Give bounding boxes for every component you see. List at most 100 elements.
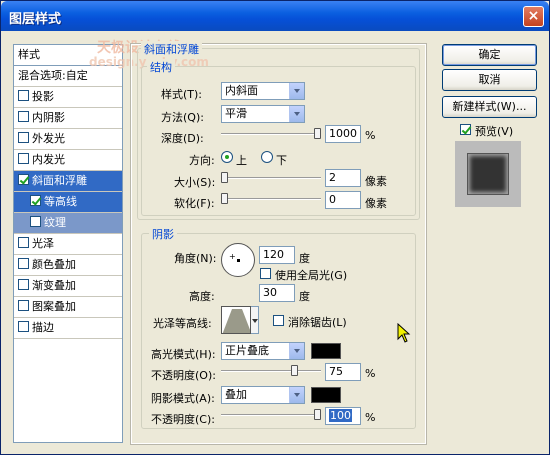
cancel-button[interactable]: 取消 — [442, 69, 537, 91]
shadow-opacity-input[interactable]: 100 — [325, 407, 361, 425]
altitude-unit: 度 — [299, 290, 310, 303]
styles-list: 样式 混合选项:自定 投影 内阴影 外发光 内发光 斜面和浮雕 等高线 纹理 光… — [13, 44, 123, 443]
technique-select-value: 平滑 — [225, 107, 247, 120]
satin-checkbox[interactable] — [18, 237, 29, 248]
close-button[interactable]: × — [523, 6, 544, 27]
style-item-stroke[interactable]: 描边 — [14, 318, 122, 339]
style-item-contour[interactable]: 等高线 — [14, 192, 122, 213]
style-item-texture[interactable]: 纹理 — [14, 213, 122, 234]
preview-checkbox[interactable] — [460, 124, 471, 135]
style-item-inner-glow[interactable]: 内发光 — [14, 150, 122, 171]
depth-slider[interactable] — [221, 127, 321, 141]
slider-thumb[interactable] — [314, 409, 321, 420]
slider-thumb[interactable] — [221, 193, 228, 204]
shadow-mode-value: 叠加 — [225, 388, 247, 401]
outer-glow-checkbox[interactable] — [18, 132, 29, 143]
style-item-label: 渐变叠加 — [32, 279, 76, 292]
style-item-pattern-overlay[interactable]: 图案叠加 — [14, 297, 122, 318]
style-select[interactable]: 内斜面 — [221, 82, 305, 100]
style-item-drop-shadow[interactable]: 投影 — [14, 87, 122, 108]
title-bar: 图层样式 × — [1, 1, 549, 31]
style-item-gradient-overlay[interactable]: 渐变叠加 — [14, 276, 122, 297]
soften-unit: 像素 — [365, 197, 387, 210]
technique-select[interactable]: 平滑 — [221, 105, 305, 123]
crosshair-icon: + — [229, 252, 236, 261]
inner-glow-checkbox[interactable] — [18, 153, 29, 164]
style-item-label: 投影 — [32, 90, 54, 103]
shading-title: 阴影 — [149, 226, 177, 242]
color-overlay-checkbox[interactable] — [18, 258, 29, 269]
slider-thumb[interactable] — [291, 365, 298, 376]
shadow-opacity-unit: % — [365, 411, 376, 424]
angle-label: 角度(N): — [174, 252, 217, 265]
highlight-color-swatch[interactable] — [311, 343, 341, 359]
style-item-satin[interactable]: 光泽 — [14, 234, 122, 255]
styles-header[interactable]: 样式 — [14, 45, 122, 66]
preview-square — [468, 154, 508, 194]
style-item-label: 内阴影 — [32, 111, 65, 124]
style-preview-thumbnail — [455, 141, 521, 207]
global-light-label: 使用全局光(G) — [275, 269, 348, 282]
contour-checkbox[interactable] — [30, 195, 41, 206]
direction-down-label: 下 — [276, 154, 287, 167]
ok-button[interactable]: 确定 — [442, 44, 537, 66]
style-item-label: 内发光 — [32, 153, 65, 166]
preview-label: 预览(V) — [475, 125, 514, 138]
shadow-opacity-slider[interactable] — [221, 408, 321, 422]
soften-slider[interactable] — [221, 192, 321, 206]
style-item-color-overlay[interactable]: 颜色叠加 — [14, 255, 122, 276]
style-item-label: 等高线 — [44, 195, 77, 208]
highlight-mode-value: 正片叠底 — [225, 344, 269, 357]
angle-dial[interactable]: + — [221, 243, 255, 277]
shadow-color-swatch[interactable] — [311, 387, 341, 403]
global-light-checkbox[interactable] — [260, 268, 271, 279]
style-item-label: 图案叠加 — [32, 300, 76, 313]
size-unit: 像素 — [365, 175, 387, 188]
shadow-mode-select[interactable]: 叠加 — [221, 386, 305, 404]
soften-label: 软化(F): — [174, 197, 215, 210]
angle-unit: 度 — [299, 252, 310, 265]
angle-input[interactable]: 120 — [259, 246, 295, 264]
style-item-label: 外发光 — [32, 132, 65, 145]
soften-input[interactable]: 0 — [325, 191, 361, 209]
slider-thumb[interactable] — [314, 128, 321, 139]
pattern-overlay-checkbox[interactable] — [18, 300, 29, 311]
depth-input[interactable]: 1000 — [325, 125, 361, 143]
style-label: 样式(T): — [161, 88, 203, 101]
blending-options-item[interactable]: 混合选项:自定 — [14, 66, 122, 87]
style-item-inner-shadow[interactable]: 内阴影 — [14, 108, 122, 129]
layer-style-dialog: 图层样式 × 样式 混合选项:自定 投影 内阴影 外发光 内发光 斜面和浮雕 等… — [0, 0, 550, 455]
contour-preview-icon — [222, 309, 250, 333]
slider-thumb[interactable] — [221, 172, 228, 183]
contour-dropdown-arrow[interactable] — [251, 306, 259, 334]
highlight-opacity-slider[interactable] — [221, 364, 321, 378]
gradient-overlay-checkbox[interactable] — [18, 279, 29, 290]
highlight-opacity-input[interactable]: 75 — [325, 363, 361, 381]
style-item-label: 纹理 — [44, 216, 66, 229]
style-item-outer-glow[interactable]: 外发光 — [14, 129, 122, 150]
gloss-contour-picker[interactable] — [221, 306, 251, 334]
bevel-emboss-checkbox[interactable] — [18, 174, 29, 185]
direction-down-radio[interactable] — [261, 151, 273, 163]
technique-label: 方法(Q): — [161, 111, 204, 124]
stroke-checkbox[interactable] — [18, 321, 29, 332]
antialias-checkbox[interactable] — [273, 315, 284, 326]
highlight-mode-select[interactable]: 正片叠底 — [221, 342, 305, 360]
size-input[interactable]: 2 — [325, 169, 361, 187]
direction-up-radio[interactable] — [221, 151, 233, 163]
gloss-contour-label: 光泽等高线: — [153, 317, 212, 330]
highlight-opacity-label: 不透明度(O): — [151, 369, 216, 382]
texture-checkbox[interactable] — [30, 216, 41, 227]
size-slider[interactable] — [221, 171, 321, 185]
drop-shadow-checkbox[interactable] — [18, 90, 29, 101]
bevel-emboss-title: 斜面和浮雕 — [141, 41, 202, 57]
mouse-cursor-icon — [397, 323, 411, 343]
shadow-opacity-value: 100 — [329, 409, 352, 422]
chevron-down-icon — [289, 83, 304, 99]
altitude-input[interactable]: 30 — [259, 284, 295, 302]
new-style-button[interactable]: 新建样式(W)... — [442, 96, 537, 118]
style-item-label: 光泽 — [32, 237, 54, 250]
inner-shadow-checkbox[interactable] — [18, 111, 29, 122]
chevron-down-icon — [289, 387, 304, 403]
style-item-bevel-emboss[interactable]: 斜面和浮雕 — [14, 171, 122, 192]
